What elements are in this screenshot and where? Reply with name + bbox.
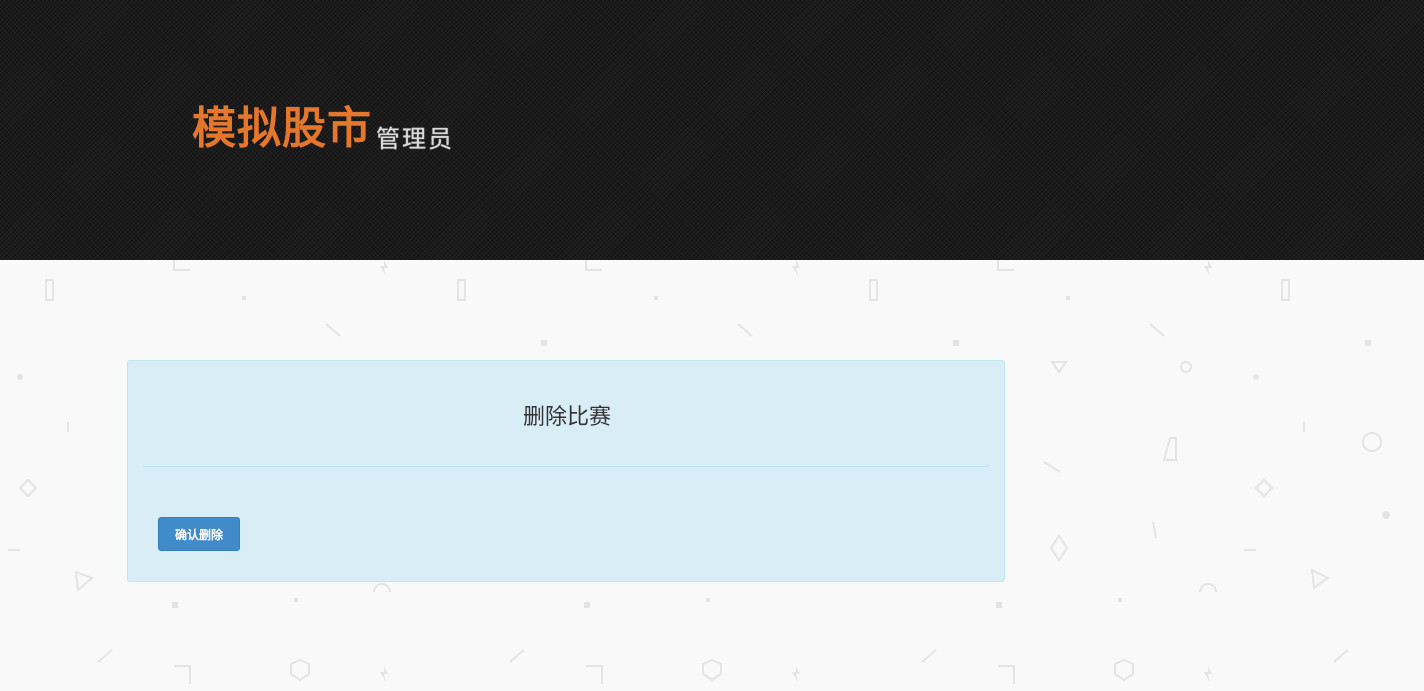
site-header: 模拟股市 管理员 [0, 0, 1424, 260]
confirm-delete-button[interactable]: 确认删除 [158, 517, 240, 551]
brand-title: 模拟股市 [192, 103, 372, 154]
brand: 模拟股市 管理员 [192, 100, 454, 158]
panel-title: 删除比赛 [522, 405, 611, 430]
delete-contest-panel: 删除比赛 确认删除 [127, 360, 1005, 582]
brand-subtitle: 管理员 [376, 125, 454, 153]
divider [143, 466, 989, 467]
